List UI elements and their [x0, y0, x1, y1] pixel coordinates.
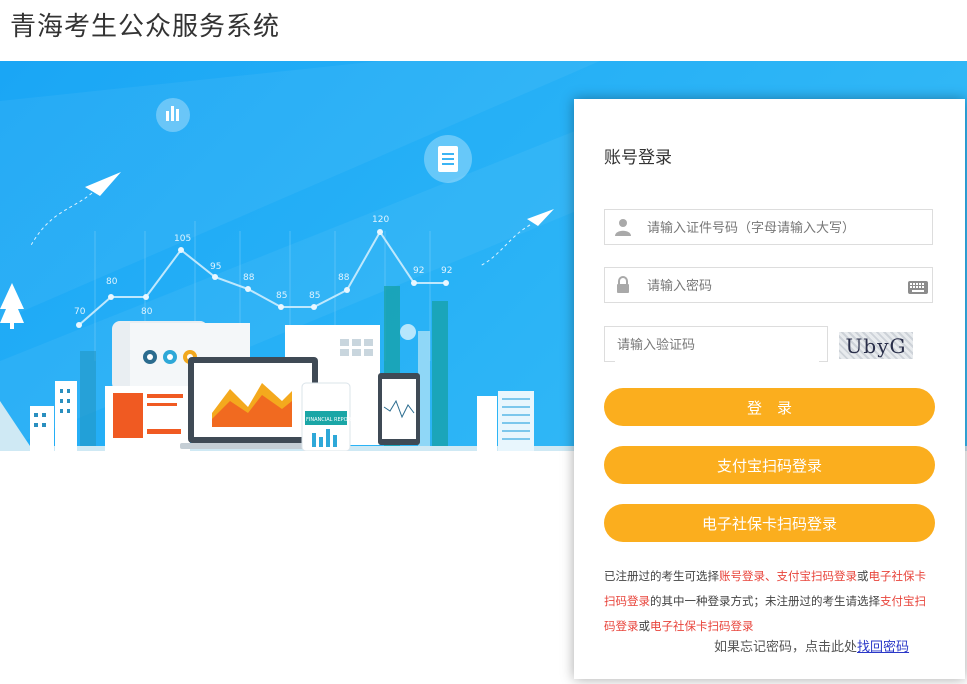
captcha-image[interactable]: UbyG [839, 332, 913, 359]
chart-label: 70 [74, 307, 86, 317]
id-number-input[interactable] [645, 210, 899, 246]
chart-label: 85 [276, 291, 287, 301]
password-input[interactable] [645, 268, 899, 304]
id-field [604, 209, 933, 246]
login-card: 账号登录 请输入证件号码（字母请输入大写） 请输入验证码 UbyG 登 录 支付… [574, 99, 965, 679]
captcha-input[interactable] [615, 327, 819, 363]
chart-label: 92 [413, 266, 424, 276]
site-title: 青海考生公众服务系统 [10, 12, 281, 42]
recover-password-link[interactable]: 找回密码 [857, 640, 909, 655]
document-icon [424, 135, 472, 183]
user-icon [615, 218, 631, 240]
chart-label: 120 [372, 215, 389, 225]
login-notice: 已注册过的考生可选择账号登录、支付宝扫码登录或电子社保卡扫码登录的其中一种登录方… [604, 569, 926, 633]
chart-label: 95 [210, 262, 221, 272]
chart-label: 80 [106, 277, 118, 287]
chart-label: 92 [441, 266, 452, 276]
chart-label: 85 [309, 291, 320, 301]
keyboard-icon[interactable] [908, 279, 928, 298]
alipay-login-button[interactable]: 支付宝扫码登录 [604, 446, 935, 484]
lock-icon [615, 276, 631, 298]
notice-highlight: 电子社保卡扫码登录 [650, 619, 754, 633]
forgot-password: 如果忘记密码，点击此处找回密码 [714, 640, 910, 655]
login-title: 账号登录 [604, 148, 672, 168]
bar-chart-icon [156, 98, 190, 132]
chart-label: 105 [174, 234, 191, 244]
chart-label: 80 [141, 307, 153, 317]
password-field [604, 267, 933, 304]
captcha-field [604, 326, 828, 363]
social-card-login-button[interactable]: 电子社保卡扫码登录 [604, 504, 935, 542]
chart-label: 88 [243, 273, 255, 283]
header: 青海考生公众服务系统 [0, 0, 967, 60]
financial-report-label: FINANCIAL REPORT [306, 417, 355, 423]
chart-label: 88 [338, 273, 350, 283]
login-button[interactable]: 登 录 [604, 388, 935, 426]
notice-highlight: 账号登录、支付宝扫码登录 [719, 569, 857, 583]
